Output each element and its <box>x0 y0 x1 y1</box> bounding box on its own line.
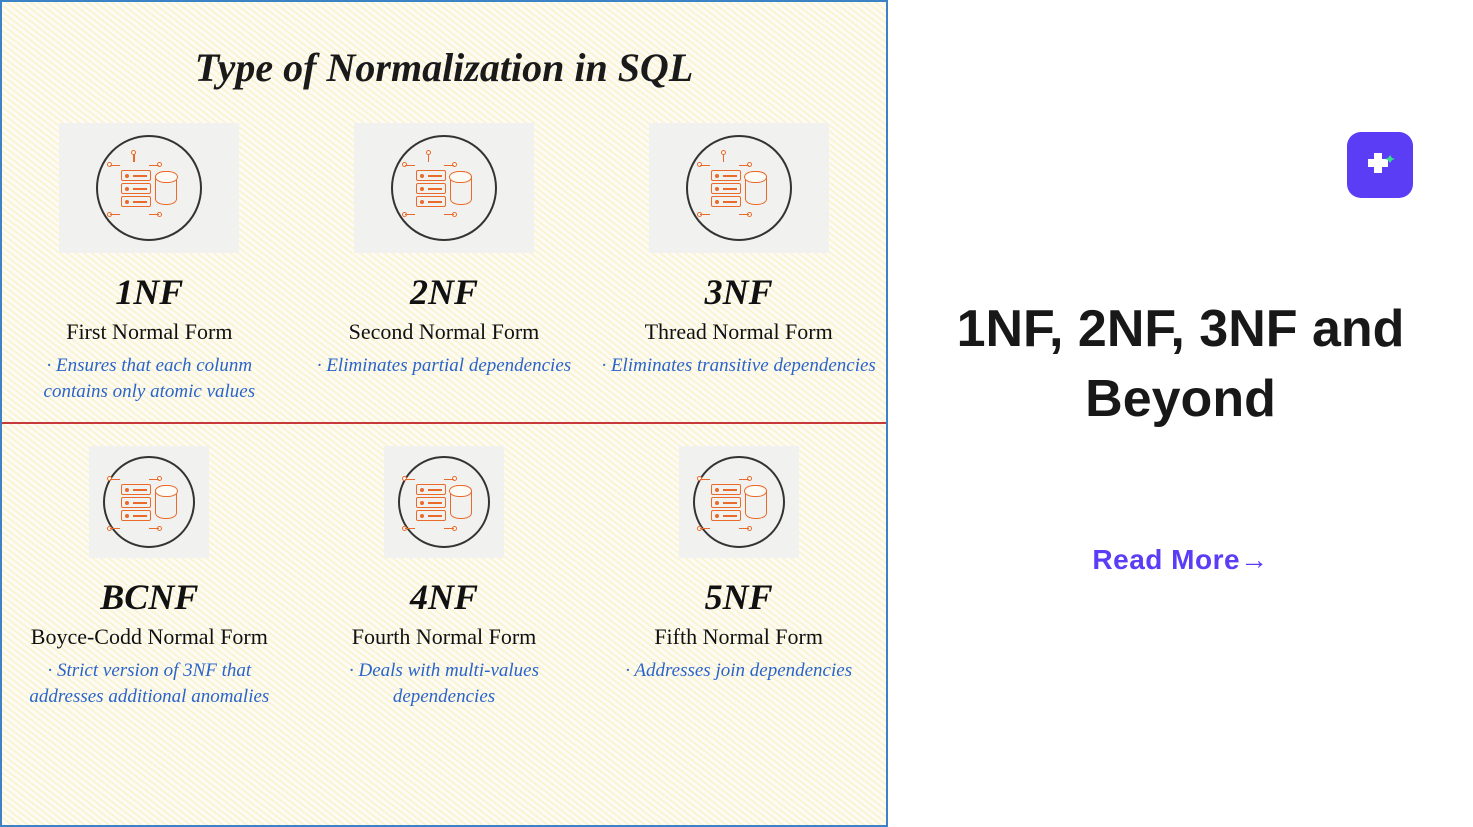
form-abbr: 3NF <box>705 271 773 313</box>
app-logo-icon <box>1347 132 1413 198</box>
form-full-name: Boyce-Codd Normal Form <box>31 624 268 650</box>
form-full-name: Fourth Normal Form <box>352 624 537 650</box>
normalization-diagram: Type of Normalization in SQL <box>0 0 888 827</box>
form-abbr: BCNF <box>100 576 198 618</box>
form-abbr: 4NF <box>410 576 478 618</box>
forms-row-2: BCNF Boyce-Codd Normal Form · Strict ver… <box>2 424 886 727</box>
read-more-link[interactable]: Read More→ <box>948 544 1413 576</box>
form-description: · Eliminates partial dependencies <box>313 353 575 379</box>
db-schema-icon <box>398 456 490 548</box>
form-card-4nf: 4NF Fourth Normal Form · Deals with mult… <box>297 438 592 727</box>
form-card-5nf: 5NF Fifth Normal Form · Addresses join d… <box>591 438 886 727</box>
form-card-1nf: 1NF First Normal Form · Ensures that eac… <box>2 115 297 422</box>
icon-badge <box>89 446 209 558</box>
form-full-name: Thread Normal Form <box>645 319 833 345</box>
form-full-name: Fifth Normal Form <box>654 624 823 650</box>
form-abbr: 1NF <box>115 271 183 313</box>
form-abbr: 2NF <box>410 271 478 313</box>
db-schema-icon <box>693 456 785 548</box>
form-description: · Ensures that each colunm contains only… <box>8 353 291 404</box>
icon-badge <box>384 446 504 558</box>
article-summary-panel: 1NF, 2NF, 3NF and Beyond Read More→ <box>888 0 1473 827</box>
form-description: · Eliminates transitive dependencies <box>597 353 879 379</box>
form-card-2nf: 2NF Second Normal Form · Eliminates part… <box>297 115 592 422</box>
form-description: · Deals with multi-values dependencies <box>303 658 586 709</box>
db-schema-icon <box>686 135 792 241</box>
diagram-title: Type of Normalization in SQL <box>2 2 886 115</box>
icon-badge <box>679 446 799 558</box>
icon-badge <box>354 123 534 253</box>
icon-badge <box>649 123 829 253</box>
form-full-name: Second Normal Form <box>349 319 540 345</box>
form-full-name: First Normal Form <box>66 319 232 345</box>
icon-badge <box>59 123 239 253</box>
forms-row-1: 1NF First Normal Form · Ensures that eac… <box>2 115 886 422</box>
form-abbr: 5NF <box>705 576 773 618</box>
article-heading: 1NF, 2NF, 3NF and Beyond <box>948 294 1413 434</box>
db-schema-icon <box>103 456 195 548</box>
db-schema-icon <box>391 135 497 241</box>
form-card-bcnf: BCNF Boyce-Codd Normal Form · Strict ver… <box>2 438 297 727</box>
form-description: · Strict version of 3NF that addresses a… <box>8 658 291 709</box>
form-description: · Addresses join dependencies <box>621 658 856 684</box>
db-schema-icon <box>96 135 202 241</box>
form-card-3nf: 3NF Thread Normal Form · Eliminates tran… <box>591 115 886 422</box>
